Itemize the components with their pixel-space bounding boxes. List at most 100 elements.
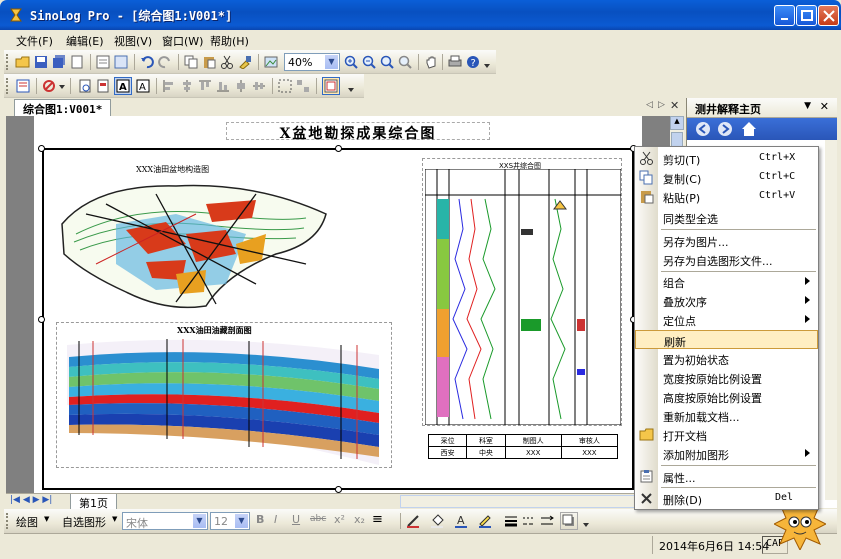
dash-style-icon[interactable] <box>520 512 538 530</box>
page-title-box[interactable]: X盆地勘探成果综合图 <box>226 122 490 142</box>
align-bottom-icon[interactable] <box>214 77 232 95</box>
menu-view[interactable]: 视图(V) <box>114 33 152 49</box>
grid-icon[interactable] <box>112 53 130 71</box>
align-center-icon[interactable] <box>178 77 196 95</box>
menu-item-order[interactable]: 叠放次序 <box>635 291 818 310</box>
toolbar-grip[interactable] <box>6 513 9 529</box>
toolbar-options-icon[interactable] <box>346 77 356 95</box>
menu-help[interactable]: 帮助(H) <box>210 33 249 49</box>
pan-hand-icon[interactable] <box>422 53 440 71</box>
font-color-icon[interactable]: A <box>452 512 470 530</box>
chevron-down-icon[interactable]: ▼ <box>235 514 248 528</box>
text-tool-icon[interactable]: A <box>134 77 152 95</box>
draw-menu-button[interactable]: 绘图 <box>16 514 38 530</box>
canvas-area[interactable]: X盆地勘探成果综合图 XXX油田盆地构造图 XXX油田油藏剖面图 XXS井综合图… <box>6 116 670 493</box>
minimize-button[interactable] <box>774 5 795 26</box>
italic-icon[interactable]: I <box>274 513 277 526</box>
font-size-select[interactable]: 12 ▼ <box>210 512 250 530</box>
tab-close-icon[interactable]: ✕ <box>670 99 679 112</box>
zoom-page-icon[interactable] <box>396 53 414 71</box>
selection-handle[interactable] <box>38 316 45 323</box>
open-icon[interactable] <box>14 53 32 71</box>
bold-icon[interactable]: B <box>256 513 264 526</box>
document-icon[interactable] <box>94 77 112 95</box>
horizontal-scrollbar[interactable] <box>400 495 670 508</box>
task-pane-scrollbar[interactable] <box>825 140 837 500</box>
ungroup-icon[interactable] <box>294 77 312 95</box>
tab-document[interactable]: 综合图1:V001* <box>14 99 112 116</box>
fill-color-icon[interactable] <box>428 512 446 530</box>
distribute-icon[interactable] <box>232 77 250 95</box>
zoom-fit-icon[interactable] <box>378 53 396 71</box>
tab-prev-icon[interactable]: ◁ <box>646 100 653 110</box>
home-icon[interactable] <box>741 121 757 137</box>
align-left-icon[interactable] <box>160 77 178 95</box>
strikethrough-icon[interactable]: abc <box>310 514 326 524</box>
middle-align-icon[interactable] <box>250 77 268 95</box>
menu-item-copy[interactable]: 复制(C) Ctrl+C <box>635 168 818 187</box>
toolbar-grip[interactable] <box>6 54 9 70</box>
forward-icon[interactable] <box>717 121 733 137</box>
menu-window[interactable]: 窗口(W) <box>162 33 203 49</box>
back-icon[interactable] <box>695 121 711 137</box>
menu-item-save-as-shape[interactable]: 另存为自选图形文件... <box>635 250 818 269</box>
menu-item-add-attachment[interactable]: 添加附加图形 <box>635 444 818 463</box>
menu-item-group[interactable]: 组合 <box>635 272 818 291</box>
font-select[interactable]: 宋体 ▼ <box>122 512 208 530</box>
well-log-panel[interactable]: XXS井综合图 <box>422 158 622 426</box>
print-icon[interactable] <box>446 53 464 71</box>
toolbar-grip[interactable] <box>6 78 9 94</box>
frame-icon[interactable] <box>322 77 340 95</box>
format-painter-icon[interactable] <box>236 53 254 71</box>
menu-item-reload[interactable]: 重新加载文档... <box>635 406 818 425</box>
menu-item-paste[interactable]: 粘贴(P) Ctrl+V <box>635 187 818 206</box>
reservoir-section[interactable]: XXX油田油藏剖面图 <box>56 322 392 468</box>
menu-item-open-document[interactable]: 打开文档 <box>635 425 818 444</box>
copy-icon[interactable] <box>182 53 200 71</box>
selection-handle[interactable] <box>38 145 45 152</box>
menu-file[interactable]: 文件(F) <box>16 33 53 49</box>
save-all-icon[interactable] <box>50 53 68 71</box>
menu-item-save-as-image[interactable]: 另存为图片... <box>635 231 818 250</box>
close-button[interactable] <box>818 5 839 26</box>
structure-map[interactable]: XXX油田盆地构造图 <box>56 164 336 312</box>
selection-handle[interactable] <box>335 145 342 152</box>
autoshape-menu-button[interactable]: 自选图形 <box>62 514 106 530</box>
maximize-button[interactable] <box>796 5 817 26</box>
line-color-icon[interactable] <box>404 512 422 530</box>
menu-item-refresh[interactable]: 刷新 <box>635 330 818 349</box>
help-icon[interactable]: ? <box>464 53 482 71</box>
menu-edit[interactable]: 编辑(E) <box>66 33 104 49</box>
selection-handle[interactable] <box>335 486 342 493</box>
toolbar-options-icon[interactable] <box>482 53 492 71</box>
redo-icon[interactable] <box>156 53 174 71</box>
menu-item-width-ratio[interactable]: 宽度按原始比例设置 <box>635 368 818 387</box>
insert-picture-icon[interactable] <box>262 53 280 71</box>
undo-icon[interactable] <box>138 53 156 71</box>
menu-item-cut[interactable]: 剪切(T) Ctrl+X <box>635 149 818 168</box>
chevron-down-icon[interactable] <box>58 77 66 95</box>
menu-item-anchor[interactable]: 定位点 <box>635 310 818 329</box>
print-preview-icon[interactable] <box>68 53 86 71</box>
underline-icon[interactable]: U <box>292 513 300 526</box>
scroll-up-button[interactable]: ▲ <box>670 116 684 130</box>
chevron-down-icon[interactable]: ▼ <box>325 55 338 69</box>
line-style-icon[interactable] <box>502 512 520 530</box>
scissors-icon[interactable] <box>218 53 236 71</box>
toolbar-options-icon[interactable] <box>582 512 590 530</box>
zoom-in-icon[interactable] <box>342 53 360 71</box>
close-icon[interactable]: ✕ <box>820 100 829 113</box>
align-top-icon[interactable] <box>196 77 214 95</box>
group-icon[interactable] <box>276 77 294 95</box>
align-icon[interactable]: ≡ <box>372 512 383 527</box>
paste-icon[interactable] <box>200 53 218 71</box>
report-icon[interactable] <box>14 77 32 95</box>
chevron-down-icon[interactable]: ▼ <box>804 101 811 111</box>
menu-item-delete[interactable]: 删除(D) Del <box>635 489 818 508</box>
highlight-color-icon[interactable] <box>476 512 494 530</box>
layout-icon[interactable] <box>94 53 112 71</box>
menu-item-height-ratio[interactable]: 高度按原始比例设置 <box>635 387 818 406</box>
pointer-tool-icon[interactable] <box>40 77 58 95</box>
menu-item-properties[interactable]: 属性... <box>635 467 818 486</box>
chevron-down-icon[interactable]: ▼ <box>193 514 206 528</box>
